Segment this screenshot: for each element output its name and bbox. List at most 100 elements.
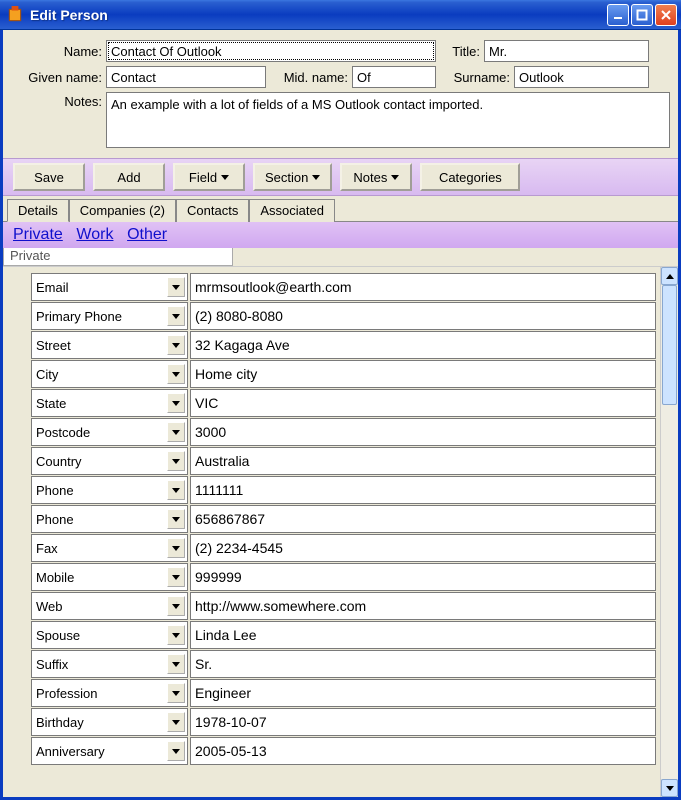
subnav-other[interactable]: Other <box>127 226 167 243</box>
field-type-select[interactable]: Profession <box>31 679 188 707</box>
field-value-input[interactable] <box>190 302 656 330</box>
scroll-down-button[interactable] <box>661 779 678 797</box>
chevron-down-icon[interactable] <box>167 422 185 442</box>
section-button[interactable]: Section <box>253 163 332 191</box>
vertical-scrollbar[interactable] <box>660 267 678 797</box>
subnav-private[interactable]: Private <box>13 226 63 243</box>
field-value-input[interactable] <box>190 563 656 591</box>
field-type-select[interactable]: Mobile <box>31 563 188 591</box>
field-type-select[interactable]: Phone <box>31 505 188 533</box>
save-button[interactable]: Save <box>13 163 85 191</box>
field-value-input[interactable] <box>190 534 656 562</box>
field-value-input[interactable] <box>190 331 656 359</box>
chevron-down-icon[interactable] <box>167 625 185 645</box>
field-row: Suffix <box>31 650 656 678</box>
chevron-down-icon[interactable] <box>167 393 185 413</box>
field-type-select[interactable]: State <box>31 389 188 417</box>
field-type-select[interactable]: Web <box>31 592 188 620</box>
field-type-select[interactable]: Postcode <box>31 418 188 446</box>
field-type-label: Fax <box>36 541 58 556</box>
field-row: Web <box>31 592 656 620</box>
chevron-down-icon[interactable] <box>167 306 185 326</box>
field-type-label: Mobile <box>36 570 74 585</box>
chevron-down-icon[interactable] <box>167 712 185 732</box>
field-value-input[interactable] <box>190 273 656 301</box>
chevron-down-icon[interactable] <box>167 538 185 558</box>
title-label: Title: <box>436 44 484 59</box>
chevron-down-icon[interactable] <box>167 335 185 355</box>
chevron-down-icon[interactable] <box>167 364 185 384</box>
field-type-select[interactable]: Birthday <box>31 708 188 736</box>
add-button[interactable]: Add <box>93 163 165 191</box>
given-name-label: Given name: <box>11 70 106 85</box>
field-row: Country <box>31 447 656 475</box>
name-field[interactable] <box>106 40 436 62</box>
chevron-down-icon[interactable] <box>167 741 185 761</box>
field-type-select[interactable]: Fax <box>31 534 188 562</box>
field-value-input[interactable] <box>190 650 656 678</box>
given-name-field[interactable] <box>106 66 266 88</box>
chevron-down-icon[interactable] <box>167 277 185 297</box>
categories-button[interactable]: Categories <box>420 163 520 191</box>
title-field[interactable] <box>484 40 649 62</box>
tab-associated[interactable]: Associated <box>249 199 335 222</box>
section-label: Private <box>3 248 233 266</box>
field-value-input[interactable] <box>190 505 656 533</box>
tabstrip: Details Companies (2) Contacts Associate… <box>3 196 678 222</box>
field-value-input[interactable] <box>190 447 656 475</box>
scroll-thumb[interactable] <box>662 285 677 405</box>
field-type-select[interactable]: Country <box>31 447 188 475</box>
notes-textarea[interactable] <box>106 92 670 148</box>
subnav-work[interactable]: Work <box>76 226 113 243</box>
field-type-select[interactable]: Email <box>31 273 188 301</box>
scroll-up-button[interactable] <box>661 267 678 285</box>
field-type-select[interactable]: Street <box>31 331 188 359</box>
field-type-select[interactable]: Primary Phone <box>31 302 188 330</box>
field-type-label: Anniversary <box>36 744 105 759</box>
field-value-input[interactable] <box>190 418 656 446</box>
chevron-down-icon[interactable] <box>167 567 185 587</box>
chevron-down-icon <box>312 175 320 180</box>
field-value-input[interactable] <box>190 708 656 736</box>
notes-button[interactable]: Notes <box>340 163 412 191</box>
field-value-input[interactable] <box>190 737 656 765</box>
surname-field[interactable] <box>514 66 649 88</box>
field-row: City <box>31 360 656 388</box>
field-value-input[interactable] <box>190 621 656 649</box>
mid-name-field[interactable] <box>352 66 436 88</box>
minimize-button[interactable] <box>607 4 629 26</box>
field-row: Street <box>31 331 656 359</box>
field-row: Anniversary <box>31 737 656 765</box>
subnav: Private Work Other <box>3 222 678 248</box>
field-value-input[interactable] <box>190 360 656 388</box>
close-button[interactable] <box>655 4 677 26</box>
field-value-input[interactable] <box>190 476 656 504</box>
tab-contacts[interactable]: Contacts <box>176 199 249 222</box>
chevron-down-icon[interactable] <box>167 451 185 471</box>
top-form: Name: Title: Given name: Mid. name: Surn… <box>3 30 678 158</box>
field-button[interactable]: Field <box>173 163 245 191</box>
field-type-select[interactable]: Spouse <box>31 621 188 649</box>
field-type-select[interactable]: Phone <box>31 476 188 504</box>
chevron-down-icon[interactable] <box>167 480 185 500</box>
field-value-input[interactable] <box>190 389 656 417</box>
tab-details[interactable]: Details <box>7 199 69 222</box>
field-type-select[interactable]: Anniversary <box>31 737 188 765</box>
maximize-button[interactable] <box>631 4 653 26</box>
chevron-down-icon[interactable] <box>167 509 185 529</box>
details-grid: EmailPrimary PhoneStreetCityState Postcod… <box>3 267 660 797</box>
field-type-label: Postcode <box>36 425 90 440</box>
name-label: Name: <box>11 44 106 59</box>
chevron-down-icon[interactable] <box>167 654 185 674</box>
tab-companies[interactable]: Companies (2) <box>69 199 176 222</box>
field-type-label: Spouse <box>36 628 80 643</box>
field-type-select[interactable]: City <box>31 360 188 388</box>
chevron-down-icon[interactable] <box>167 596 185 616</box>
field-value-input[interactable] <box>190 679 656 707</box>
chevron-down-icon[interactable] <box>167 683 185 703</box>
scroll-track[interactable] <box>661 285 678 779</box>
field-value-input[interactable] <box>190 592 656 620</box>
field-row: Birthday <box>31 708 656 736</box>
toolbar: Save Add Field Section Notes Categories <box>3 158 678 196</box>
field-type-select[interactable]: Suffix <box>31 650 188 678</box>
